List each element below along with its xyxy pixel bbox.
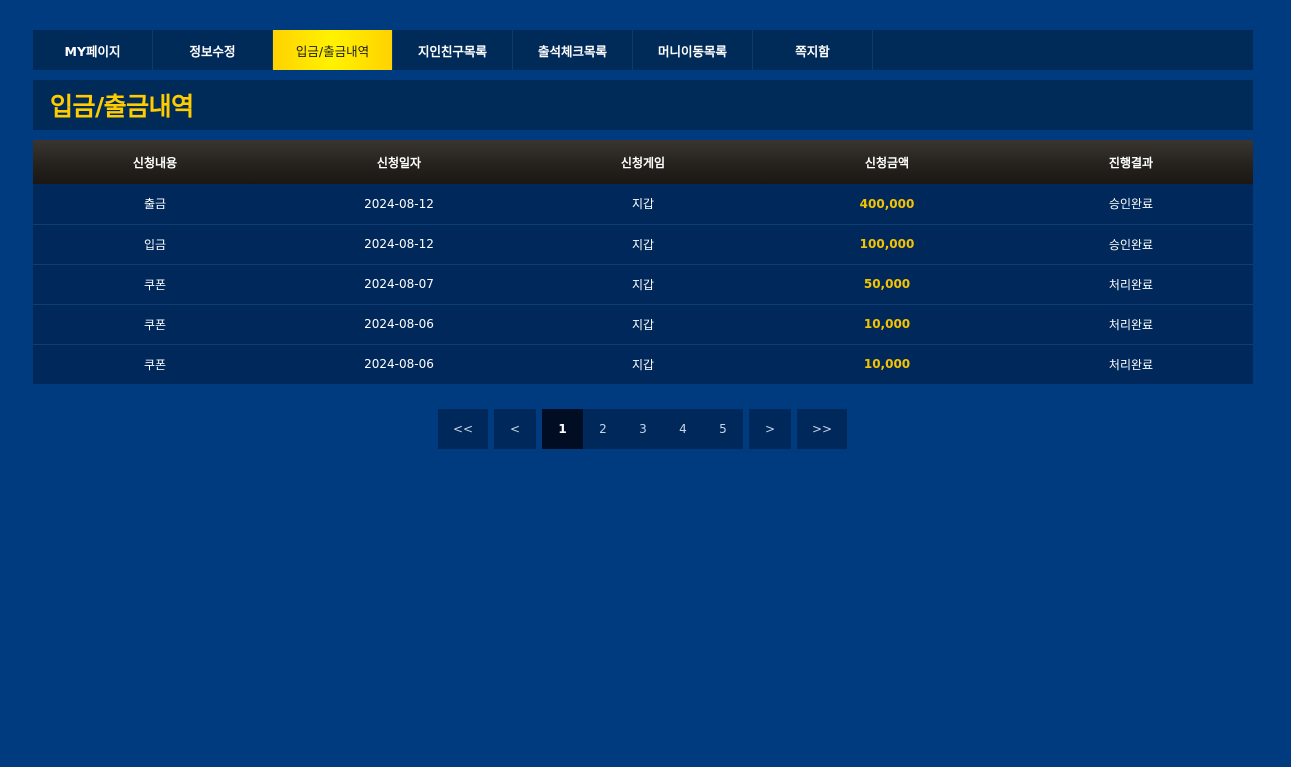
cell-request-game: 지갑 [631, 357, 655, 372]
cell-request-game: 지갑 [631, 277, 655, 292]
page-button-3[interactable]: 3 [623, 409, 663, 449]
cell-request-game: 지갑 [631, 197, 655, 212]
table-row: 쿠폰 2024-08-06 지갑 10,000 처리완료 [33, 304, 1253, 344]
page-button-5[interactable]: 5 [703, 409, 743, 449]
cell-result: 승인완료 [1108, 197, 1154, 212]
page-title-bar: 입금/출금내역 [33, 80, 1253, 130]
cell-request-type: 입금 [143, 237, 167, 252]
tab-deposit-withdraw-history[interactable]: 입금/출금내역 [273, 30, 393, 70]
cell-result: 승인완료 [1108, 237, 1154, 252]
column-header-request-type: 신청내용 [132, 155, 178, 170]
tab-mypage[interactable]: MY페이지 [33, 30, 153, 70]
cell-result: 처리완료 [1108, 357, 1154, 372]
cell-request-game: 지갑 [631, 317, 655, 332]
history-table: 신청내용 신청일자 신청게임 신청금액 진행결과 출금 2024-08-12 지… [33, 140, 1253, 384]
page-button-1[interactable]: 1 [542, 409, 583, 449]
cell-request-type: 쿠폰 [143, 357, 167, 372]
tab-edit-info[interactable]: 정보수정 [153, 30, 273, 70]
cell-result: 처리완료 [1108, 277, 1154, 292]
cell-request-type: 쿠폰 [143, 277, 167, 292]
table-row: 쿠폰 2024-08-07 지갑 50,000 처리완료 [33, 264, 1253, 304]
tab-referral-list[interactable]: 지인친구목록 [393, 30, 513, 70]
mypage-container: MY페이지 정보수정 입금/출금내역 지인친구목록 출석체크목록 머니이동목록 … [33, 30, 1253, 384]
cell-request-date: 2024-08-06 [364, 317, 434, 331]
pagination: << < 1 2 3 4 5 > >> [438, 409, 847, 449]
cell-request-date: 2024-08-12 [364, 237, 434, 251]
cell-request-game: 지갑 [631, 237, 655, 252]
last-page-button[interactable]: >> [797, 409, 847, 449]
cell-request-amount: 100,000 [859, 237, 915, 251]
column-header-request-game: 신청게임 [620, 155, 666, 170]
tab-attendance-list[interactable]: 출석체크목록 [513, 30, 633, 70]
cell-request-type: 출금 [143, 197, 167, 212]
tab-messages[interactable]: 쪽지함 [753, 30, 873, 70]
column-header-request-amount: 신청금액 [864, 155, 910, 170]
cell-request-date: 2024-08-06 [364, 357, 434, 372]
cell-request-amount: 400,000 [859, 196, 915, 211]
table-row: 쿠폰 2024-08-06 지갑 10,000 처리완료 [33, 344, 1253, 384]
table-row: 입금 2024-08-12 지갑 100,000 승인완료 [33, 224, 1253, 264]
next-page-button[interactable]: > [749, 409, 791, 449]
cell-request-date: 2024-08-12 [364, 196, 434, 211]
table-row: 출금 2024-08-12 지갑 400,000 승인완료 [33, 184, 1253, 224]
cell-request-amount: 50,000 [863, 277, 911, 291]
page-title: 입금/출금내역 [50, 92, 194, 121]
page-button-4[interactable]: 4 [663, 409, 703, 449]
column-header-request-date: 신청일자 [376, 155, 422, 170]
cell-request-date: 2024-08-07 [364, 277, 434, 291]
cell-request-type: 쿠폰 [143, 317, 167, 332]
prev-page-button[interactable]: < [494, 409, 536, 449]
cell-request-amount: 10,000 [863, 357, 911, 372]
cell-request-amount: 10,000 [863, 317, 911, 331]
table-header-row: 신청내용 신청일자 신청게임 신청금액 진행결과 [33, 140, 1253, 184]
column-header-result: 진행결과 [1108, 155, 1154, 170]
first-page-button[interactable]: << [438, 409, 488, 449]
tab-money-transfer-list[interactable]: 머니이동목록 [633, 30, 753, 70]
mypage-tab-bar: MY페이지 정보수정 입금/출금내역 지인친구목록 출석체크목록 머니이동목록 … [33, 30, 1253, 70]
page-button-2[interactable]: 2 [583, 409, 623, 449]
cell-result: 처리완료 [1108, 317, 1154, 332]
